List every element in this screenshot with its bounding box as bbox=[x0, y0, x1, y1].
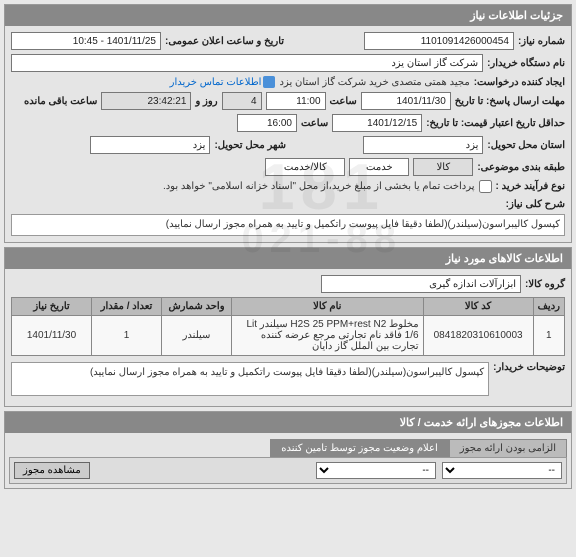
table-row[interactable]: 1 0841820310610003 مخلوط H2S 25 PPM+rest… bbox=[12, 316, 565, 356]
goods-panel: اطلاعات کالاهای مورد نیاز گروه کالا: ابز… bbox=[4, 247, 572, 407]
tab-mandatory[interactable]: الزامی بودن ارائه مجوز bbox=[449, 439, 567, 457]
status-select-2[interactable]: -- bbox=[316, 462, 436, 479]
permits-panel: اطلاعات مجوزهای ارائه خدمت / کالا الزامی… bbox=[4, 411, 572, 489]
buyer-field: شرکت گاز استان یزد bbox=[11, 54, 483, 72]
purchase-checkbox[interactable] bbox=[479, 180, 492, 193]
days-label: روز و bbox=[195, 96, 217, 107]
cell-name: مخلوط H2S 25 PPM+rest N2 سیلندر Lit 1/6 … bbox=[232, 316, 424, 356]
panel-title: جزئیات اطلاعات نیاز bbox=[470, 10, 563, 22]
purchase-type-label: نوع فرآیند خرید : bbox=[496, 181, 565, 192]
state-label: استان محل تحویل: bbox=[487, 140, 565, 151]
time-label-1: ساعت bbox=[330, 96, 357, 107]
deadline-label: مهلت ارسال پاسخ: تا تاریخ bbox=[455, 96, 565, 107]
contact-link-text: اطلاعات تماس خریدار bbox=[170, 77, 262, 88]
cell-idx: 1 bbox=[533, 316, 564, 356]
valid-time: 16:00 bbox=[237, 114, 297, 132]
tabs: الزامی بودن ارائه مجوز اعلام وضعیت مجوز … bbox=[9, 439, 567, 457]
info-icon bbox=[263, 76, 275, 88]
main-panel: جزئیات اطلاعات نیاز شماره نیاز: 11010914… bbox=[4, 4, 572, 243]
remaining-days: 4 bbox=[222, 92, 262, 110]
goods-panel-header: اطلاعات کالاهای مورد نیاز bbox=[5, 248, 571, 269]
goods-group-label: گروه کالا: bbox=[525, 279, 565, 290]
category-label: طبقه بندی موضوعی: bbox=[477, 162, 565, 173]
view-permit-button[interactable]: مشاهده مجوز bbox=[14, 462, 90, 479]
goods-table: ردیف کد کالا نام کالا واحد شمارش تعداد /… bbox=[11, 297, 565, 356]
cell-unit: سیلندر bbox=[162, 316, 232, 356]
buyer-label: نام دستگاه خریدار: bbox=[487, 58, 565, 69]
state-field: یزد bbox=[363, 136, 483, 154]
th-name: نام کالا bbox=[232, 298, 424, 316]
khadamat-box: خدمت bbox=[349, 158, 409, 176]
pub-date-field: 1401/11/25 - 10:45 bbox=[11, 32, 161, 50]
th-unit: واحد شمارش bbox=[162, 298, 232, 316]
city-field: یزد bbox=[90, 136, 210, 154]
desc-title-label: شرح کلی نیاز: bbox=[506, 199, 565, 210]
contact-buyer-link[interactable]: اطلاعات تماس خریدار bbox=[170, 76, 276, 88]
city-label: شهر محل تحویل: bbox=[214, 140, 286, 151]
deadline-date: 1401/11/30 bbox=[361, 92, 451, 110]
cell-qty: 1 bbox=[92, 316, 162, 356]
purchase-note: پرداخت تمام یا بخشی از مبلغ خرید،از محل … bbox=[163, 181, 475, 192]
tab-status[interactable]: اعلام وضعیت مجوز توسط تامین کننده bbox=[270, 439, 449, 457]
requester-label: ایجاد کننده درخواست: bbox=[474, 77, 565, 88]
table-header-row: ردیف کد کالا نام کالا واحد شمارش تعداد /… bbox=[12, 298, 565, 316]
req-no-field: 1101091426000454 bbox=[364, 32, 514, 50]
panel-header: جزئیات اطلاعات نیاز bbox=[5, 5, 571, 26]
pub-date-label: تاریخ و ساعت اعلان عمومی: bbox=[165, 36, 284, 47]
remaining-suffix: ساعت باقی مانده bbox=[24, 96, 97, 107]
cell-code: 0841820310610003 bbox=[423, 316, 533, 356]
th-code: کد کالا bbox=[423, 298, 533, 316]
status-select-1[interactable]: -- bbox=[442, 462, 562, 479]
requester-value: مجید همتی متصدی خرید شرکت گاز استان یزد bbox=[279, 77, 469, 88]
kala-khadamat-box: کالا/خدمت bbox=[265, 158, 345, 176]
cell-date: 1401/11/30 bbox=[12, 316, 92, 356]
time-label-2: ساعت bbox=[301, 118, 328, 129]
valid-label: حداقل تاریخ اعتبار قیمت: تا تاریخ: bbox=[426, 118, 565, 129]
req-no-label: شماره نیاز: bbox=[518, 36, 565, 47]
deadline-time: 11:00 bbox=[266, 92, 326, 110]
buyer-notes-box: کپسول کالیبراسون(سیلندر)(لطفا دقیقا فایل… bbox=[11, 362, 489, 396]
buyer-notes-label: توضیحات خریدار: bbox=[493, 362, 565, 373]
goods-group-field: ابزارآلات اندازه گیری bbox=[321, 275, 521, 293]
kala-box: کالا bbox=[413, 158, 473, 176]
permits-panel-header: اطلاعات مجوزهای ارائه خدمت / کالا bbox=[5, 412, 571, 433]
th-idx: ردیف bbox=[533, 298, 564, 316]
remaining-time: 23:42:21 bbox=[101, 92, 191, 110]
status-row: -- -- مشاهده مجوز bbox=[9, 457, 567, 484]
th-qty: تعداد / مقدار bbox=[92, 298, 162, 316]
valid-date: 1401/12/15 bbox=[332, 114, 422, 132]
desc-title-box: کپسول کالیبراسون(سیلندر)(لطفا دقیقا فایل… bbox=[11, 214, 565, 236]
th-date: تاریخ نیاز bbox=[12, 298, 92, 316]
